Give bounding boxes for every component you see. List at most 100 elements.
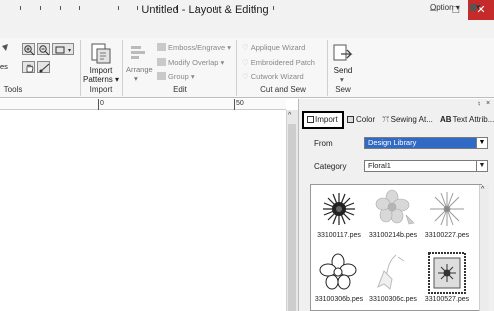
tab-color[interactable]: Color [347,111,375,129]
option-menu[interactable]: Option ▾ [430,3,460,12]
group-divider [122,40,123,96]
tab-sewing-label: Sewing At... [390,115,433,124]
import-patterns-icon[interactable] [89,42,113,66]
panel-close-icon[interactable]: × [486,100,490,107]
color-tab-icon [347,116,354,123]
ruler-tick [273,6,274,10]
light-flower-icon [375,189,415,225]
ruler-tick [196,6,197,10]
sewing-tab-icon: ꔫ [382,115,390,124]
help-icon[interactable]: ▾ [470,2,481,13]
ruler-tick [79,6,80,10]
chevron-down-icon[interactable]: ▼ [476,138,487,148]
modify-overlap-button[interactable]: Modify Overlap ▾ [157,58,224,67]
heart-icon: ♡ [242,43,249,52]
thumbnail-label: 33100306c.pes [369,296,417,303]
help-arrow: ▾ [476,2,481,12]
tab-sewing-attributes[interactable]: ꔫSewing At... [382,111,433,129]
ruler-tick [157,6,158,10]
emboss-engrave-label: Emboss/Engrave ▾ [168,43,231,52]
tab-color-label: Color [356,115,376,124]
heart-icon: ♡ [242,72,249,81]
group-label-edit: Edit [173,85,187,94]
chevron-down-icon[interactable]: ▼ [476,161,487,171]
ruler-tick [118,6,119,10]
ruler-tick [40,6,41,10]
applique-wizard-label: Applique Wizard [250,43,306,52]
thumbnail-label: 33100306b.pes [314,296,364,303]
group-label-tools: Tools [3,85,23,94]
framed-flower-icon [428,252,466,294]
zoom-out-icon[interactable] [37,43,50,56]
ruler-tick [254,6,255,10]
group-button[interactable]: Group ▾ [157,72,195,81]
group-label: Group ▾ [168,72,195,81]
embroidered-patch-label: Embroidered Patch [250,58,315,67]
zoom-fit-icon[interactable] [52,43,74,55]
outline-flower-icon [319,253,357,290]
category-label: Category [314,162,347,171]
group-divider [236,40,237,96]
thumbnail-label: 33100227.pes [424,232,470,239]
thumbnail-label: 33100214b.pes [368,232,418,239]
group-label-sew: Sew [335,85,351,94]
arrange-dropdown-icon[interactable]: ▾ [134,74,138,83]
ruler-tick [215,6,216,10]
ruler-label: 50 [236,100,244,107]
emboss-engrave-button[interactable]: Emboss/Engrave ▾ [157,43,231,52]
from-label: From [314,139,333,148]
panel-pin-icon[interactable]: ♮ [478,100,481,108]
category-select[interactable]: Floral1 ▼ [364,160,488,172]
tab-import-label: Import [315,115,338,124]
group-label-cut-and-sew: Cut and Sew [260,85,306,94]
modify-overlap-icon [157,58,166,66]
tab-text-label: Text Attrib... [452,115,494,124]
ruler-tick [20,6,21,10]
ruler-label: 0 [100,100,104,107]
from-select-value: Design Library [368,138,417,147]
cutwork-wizard-button[interactable]: ♡ Cutwork Wizard [242,72,304,81]
arrange-button[interactable]: Arrange [126,65,153,74]
grid-scroll-up-icon[interactable]: ^ [481,186,484,193]
ruler-tick [137,6,138,10]
embroidered-patch-button[interactable]: ♡ Embroidered Patch [242,58,315,67]
category-select-value: Floral1 [368,161,391,170]
ruler-tick [60,6,61,10]
spiky-flower-icon [430,192,464,226]
tools-partial-label: es [0,62,8,71]
window-title: Untitled - Layout & Editing [141,4,269,16]
heart-icon: ♡ [242,58,249,67]
group-divider [80,40,81,96]
scroll-up-icon[interactable]: ^ [288,112,291,119]
thumbnail-label: 33100527.pes [424,296,470,303]
option-bar [0,22,494,38]
text-tab-icon: AB [440,115,452,124]
ruler-tick [234,99,235,110]
design-canvas[interactable] [0,111,286,311]
from-select[interactable]: Design Library ▼ [364,137,488,149]
zoom-in-icon[interactable] [22,43,35,56]
thumbnail-label: 33100117.pes [317,232,361,239]
group-label-import: Import [89,85,113,94]
pan-hand-icon[interactable] [22,61,35,73]
cutwork-wizard-label: Cutwork Wizard [250,72,304,81]
measure-icon[interactable] [37,61,50,73]
tool-icon[interactable] [0,42,10,60]
send-dropdown-icon[interactable]: ▾ [340,75,344,84]
send-icon[interactable] [332,42,354,66]
canvas-scroll-thumb[interactable] [288,124,296,311]
import-patterns-button[interactable]: Import Patterns ▾ [82,66,120,84]
emboss-icon [157,43,166,51]
ruler-tick [176,6,177,10]
bellflower-icon [377,254,405,290]
modify-overlap-label: Modify Overlap ▾ [168,58,225,67]
dark-flower-icon [323,193,355,225]
grid-scrollbar[interactable] [479,185,489,311]
applique-wizard-button[interactable]: ♡ Applique Wizard [242,43,305,52]
ruler-tick [98,99,99,110]
send-button[interactable]: Send [328,66,358,75]
tab-import[interactable]: Import [302,111,344,129]
arrange-icon[interactable] [129,43,149,63]
group-icon [157,72,166,80]
tab-text-attributes[interactable]: ABText Attrib... [440,111,494,129]
